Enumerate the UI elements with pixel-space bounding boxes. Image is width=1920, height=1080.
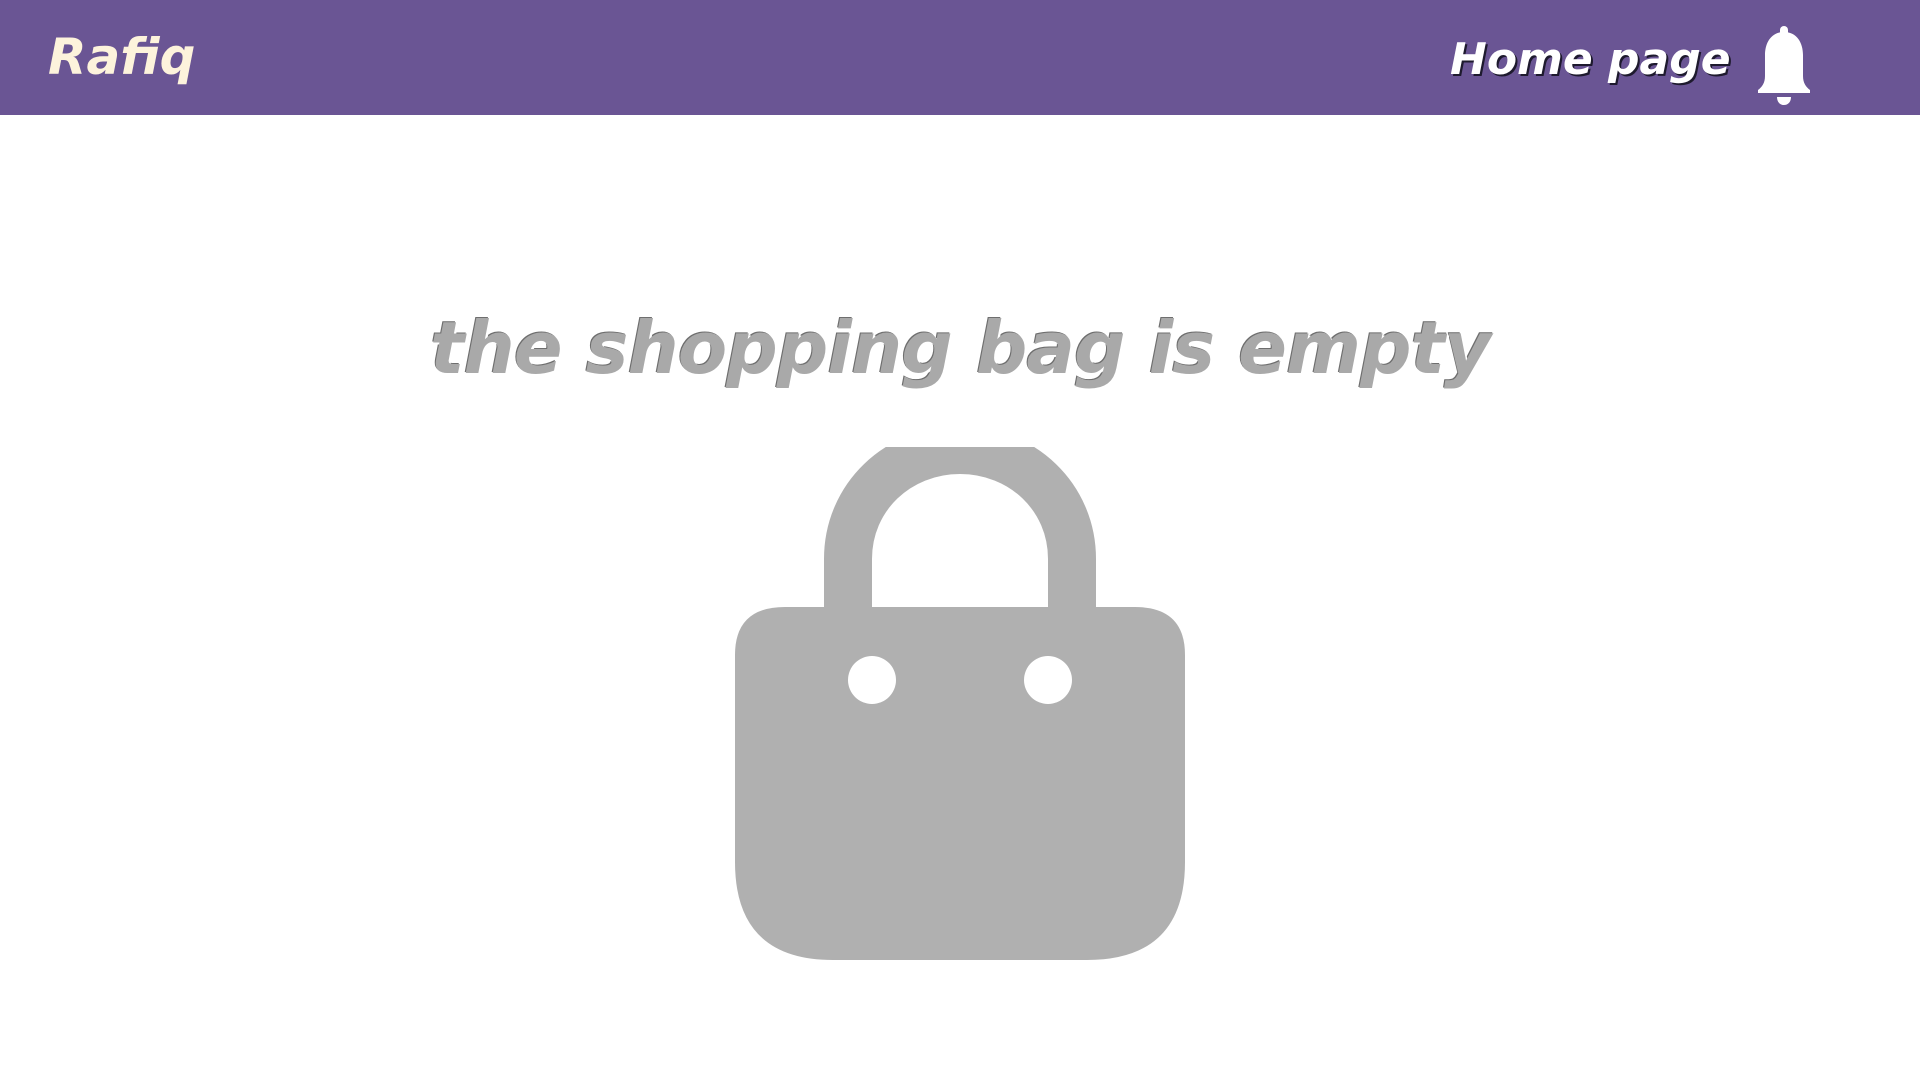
empty-bag-message: the shopping bag is empty bbox=[430, 306, 1491, 390]
shopping-bag-icon bbox=[735, 447, 1185, 962]
brand-logo[interactable]: Rafiq bbox=[48, 22, 195, 92]
top-navigation-bar: Rafiq Home page bbox=[0, 0, 1920, 115]
bell-icon[interactable] bbox=[1754, 24, 1814, 110]
home-page-link[interactable]: Home page bbox=[1450, 25, 1731, 95]
